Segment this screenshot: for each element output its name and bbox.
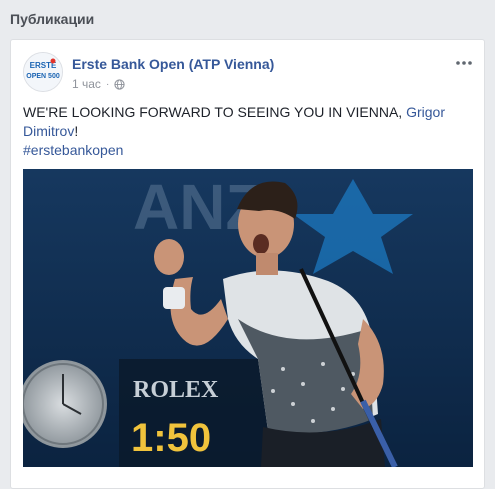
page-name-link[interactable]: Erste Bank Open (ATP Vienna) (72, 56, 274, 72)
meta-separator: · (105, 78, 110, 90)
globe-icon (114, 78, 125, 90)
post-card: ERSTE OPEN 500 Erste Bank Open (ATP Vien… (10, 39, 485, 489)
post-text: WE'RE LOOKING FORWARD TO SEEING YOU IN V… (23, 103, 472, 160)
section-title: Публикации (10, 11, 95, 27)
rolex-text: ROLEX (133, 377, 219, 403)
page-avatar[interactable]: ERSTE OPEN 500 (23, 52, 63, 92)
post-meta: 1 час · (72, 77, 125, 91)
tournament-logo: ERSTE OPEN 500 (24, 53, 62, 91)
post-body-text: WE'RE LOOKING FORWARD TO SEEING YOU IN V… (23, 104, 403, 120)
post-body-end: ! (74, 123, 79, 139)
more-horizontal-icon (456, 61, 472, 65)
post-photo[interactable]: ANZ ROLEX 1:50 (23, 169, 473, 467)
scoreboard-time: 1:50 (131, 416, 211, 460)
tennis-player-photo: ANZ ROLEX 1:50 (23, 169, 473, 467)
hashtag-link[interactable]: #erstebankopen (23, 142, 123, 158)
post-time-link[interactable]: 1 час (72, 77, 101, 91)
svg-text:OPEN 500: OPEN 500 (26, 73, 60, 80)
more-options-button[interactable] (454, 56, 474, 68)
